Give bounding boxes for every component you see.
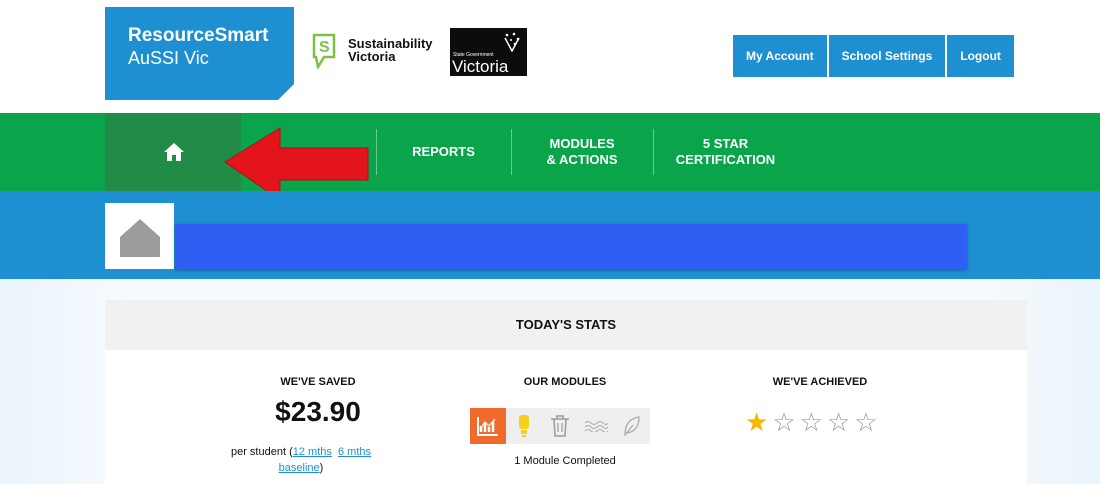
per-student-text: per student (12 mths 6 mths baseline) xyxy=(201,444,401,476)
star-empty-icon: ☆ xyxy=(772,407,796,437)
nav-modules-actions[interactable]: MODULES & ACTIONS xyxy=(511,113,653,191)
nav-home-tab[interactable] xyxy=(105,113,241,191)
leaf-icon[interactable] xyxy=(614,408,650,444)
victoria-government-logo: State Government Victoria xyxy=(450,28,527,76)
star-empty-icon: ☆ xyxy=(854,407,878,437)
house-icon xyxy=(120,219,160,257)
top-nav: My Account School Settings Logout xyxy=(733,35,1014,77)
header: ResourceSmart AuSSI Vic S Sustainability… xyxy=(0,0,1100,113)
brand-title: ResourceSmart xyxy=(128,25,269,46)
svg-text:S: S xyxy=(319,39,330,56)
modules-icons xyxy=(470,408,659,444)
modules-completed: 1 Module Completed xyxy=(514,455,616,467)
nav-5-star-certification[interactable]: 5 STAR CERTIFICATION xyxy=(653,113,798,191)
link-baseline[interactable]: baseline xyxy=(279,462,320,474)
stats-card: TODAY'S STATS WE'VE SAVED $23.90 per stu… xyxy=(105,300,1027,484)
per-student-close: ) xyxy=(319,462,324,474)
page-home-card xyxy=(105,203,174,269)
star-rating: ★ ☆ ☆ ☆ ☆ xyxy=(745,408,878,436)
star-filled-icon: ★ xyxy=(745,407,769,437)
my-account-button[interactable]: My Account xyxy=(733,35,827,77)
main-nav: REPORTS MODULES & ACTIONS 5 STAR CERTIFI… xyxy=(0,113,1100,191)
page: ResourceSmart AuSSI Vic S Sustainability… xyxy=(0,0,1100,484)
saved-amount: $23.90 xyxy=(275,396,361,427)
sv-mark-icon: S xyxy=(312,33,336,69)
sustainability-victoria-logo: S Sustainability Victoria xyxy=(312,33,438,69)
per-student-label: per student ( xyxy=(230,446,293,458)
sv-text: Sustainability Victoria xyxy=(348,37,433,63)
redacted-school-name xyxy=(175,224,967,269)
brand-subtitle: AuSSI Vic xyxy=(128,48,209,68)
nav-reports[interactable]: REPORTS xyxy=(376,113,511,191)
bulb-icon[interactable] xyxy=(506,408,542,444)
link-6-mths[interactable]: 6 mths xyxy=(338,446,371,458)
sv-line2: Victoria xyxy=(348,49,396,64)
home-icon xyxy=(164,143,184,161)
star-empty-icon: ☆ xyxy=(826,407,851,437)
school-settings-button[interactable]: School Settings xyxy=(828,35,946,77)
achieved-title: WE'VE ACHIEVED xyxy=(772,376,868,388)
stats-heading: TODAY'S STATS xyxy=(105,300,1027,350)
saved-title: WE'VE SAVED xyxy=(280,376,356,388)
logout-button[interactable]: Logout xyxy=(947,35,1014,77)
modules-title: OUR MODULES xyxy=(523,376,607,388)
bin-icon[interactable] xyxy=(542,408,578,444)
energy-chart-icon[interactable] xyxy=(470,408,506,444)
link-12-mths[interactable]: 12 mths xyxy=(293,446,332,458)
star-empty-icon: ☆ xyxy=(799,407,823,437)
vic-big-text: Victoria xyxy=(452,57,509,76)
water-icon[interactable] xyxy=(578,408,614,444)
southern-cross-icon xyxy=(504,32,520,52)
resourcesmart-logo[interactable]: ResourceSmart AuSSI Vic xyxy=(105,7,294,100)
